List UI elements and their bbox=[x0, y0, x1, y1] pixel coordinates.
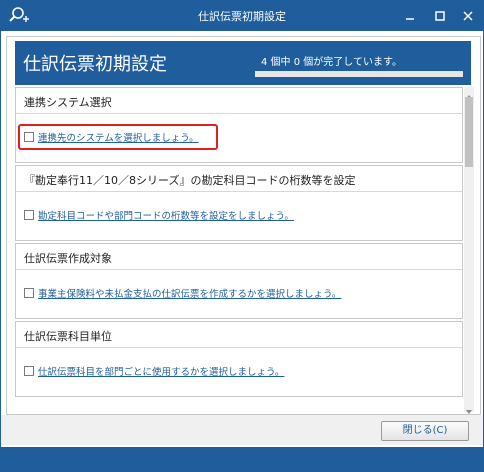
maximize-button[interactable] bbox=[425, 1, 455, 31]
task-link-code-digits[interactable]: 勘定科目コードや部門コードの桁数等を設定をしましょう。 bbox=[38, 208, 294, 222]
task-checkbox[interactable] bbox=[24, 132, 34, 142]
section-header: 仕訳伝票科目単位 bbox=[16, 322, 462, 348]
page-title: 仕訳伝票初期設定 bbox=[23, 54, 167, 75]
close-button[interactable]: 閉じる(C) bbox=[381, 421, 469, 441]
scroll-up-icon[interactable] bbox=[464, 87, 474, 99]
task-row: 勘定科目コードや部門コードの桁数等を設定をしましょう。 bbox=[16, 192, 462, 238]
task-checkbox[interactable] bbox=[24, 366, 34, 376]
section-title: 『勘定奉行11／10／8シリーズ』の勘定科目コードの桁数等を設定 bbox=[24, 174, 356, 187]
app-window: 仕訳伝票初期設定 仕訳伝票初期設定 4 個中 0 個が完了しています。 連携シス… bbox=[0, 0, 484, 472]
task-link-account-unit[interactable]: 仕訳伝票科目を部門ごとに使用するかを選択しましょう。 bbox=[38, 364, 284, 378]
main-panel: 仕訳伝票初期設定 4 個中 0 個が完了しています。 連携システム選択 連携先の… bbox=[6, 36, 481, 415]
close-window-button[interactable] bbox=[453, 1, 483, 31]
title-bar: 仕訳伝票初期設定 bbox=[1, 1, 483, 31]
page-header: 仕訳伝票初期設定 4 個中 0 個が完了しています。 bbox=[15, 41, 471, 85]
scroll-down-icon[interactable] bbox=[464, 402, 474, 414]
section-header: 仕訳伝票作成対象 bbox=[16, 244, 462, 270]
section-title: 仕訳伝票科目単位 bbox=[24, 330, 112, 343]
section-account-unit: 仕訳伝票科目単位 仕訳伝票科目を部門ごとに使用するかを選択しましょう。 bbox=[15, 321, 463, 397]
section-header: 連携システム選択 bbox=[16, 88, 462, 114]
minimize-button[interactable] bbox=[395, 1, 425, 31]
task-row: 仕訳伝票科目を部門ごとに使用するかを選択しましょう。 bbox=[16, 348, 462, 394]
task-link-voucher-target[interactable]: 事業主保険料や未払金支払の仕訳伝票を作成するかを選択しましょう。 bbox=[38, 286, 341, 300]
task-checkbox[interactable] bbox=[24, 288, 34, 298]
bottom-bar bbox=[1, 447, 483, 471]
section-header: 『勘定奉行11／10／8シリーズ』の勘定科目コードの桁数等を設定 bbox=[16, 166, 462, 192]
task-row: 連携先のシステムを選択しましょう。 bbox=[16, 114, 462, 160]
section-title: 連携システム選択 bbox=[24, 96, 112, 109]
task-list: 連携システム選択 連携先のシステムを選択しましょう。 『勘定奉行11／10／8シ… bbox=[15, 87, 463, 412]
task-checkbox[interactable] bbox=[24, 210, 34, 220]
section-voucher-target: 仕訳伝票作成対象 事業主保険料や未払金支払の仕訳伝票を作成するかを選択しましょう… bbox=[15, 243, 463, 319]
vertical-scrollbar[interactable] bbox=[464, 87, 474, 414]
section-code-digits: 『勘定奉行11／10／8シリーズ』の勘定科目コードの桁数等を設定 勘定科目コード… bbox=[15, 165, 463, 241]
task-link-select-system[interactable]: 連携先のシステムを選択しましょう。 bbox=[38, 130, 199, 144]
section-system-selection: 連携システム選択 連携先のシステムを選択しましょう。 bbox=[15, 87, 463, 163]
progress-bar bbox=[255, 71, 463, 77]
progress-text: 4 個中 0 個が完了しています。 bbox=[261, 57, 402, 68]
task-row: 事業主保険料や未払金支払の仕訳伝票を作成するかを選択しましょう。 bbox=[16, 270, 462, 316]
section-title: 仕訳伝票作成対象 bbox=[24, 252, 112, 265]
scroll-thumb[interactable] bbox=[465, 97, 473, 167]
